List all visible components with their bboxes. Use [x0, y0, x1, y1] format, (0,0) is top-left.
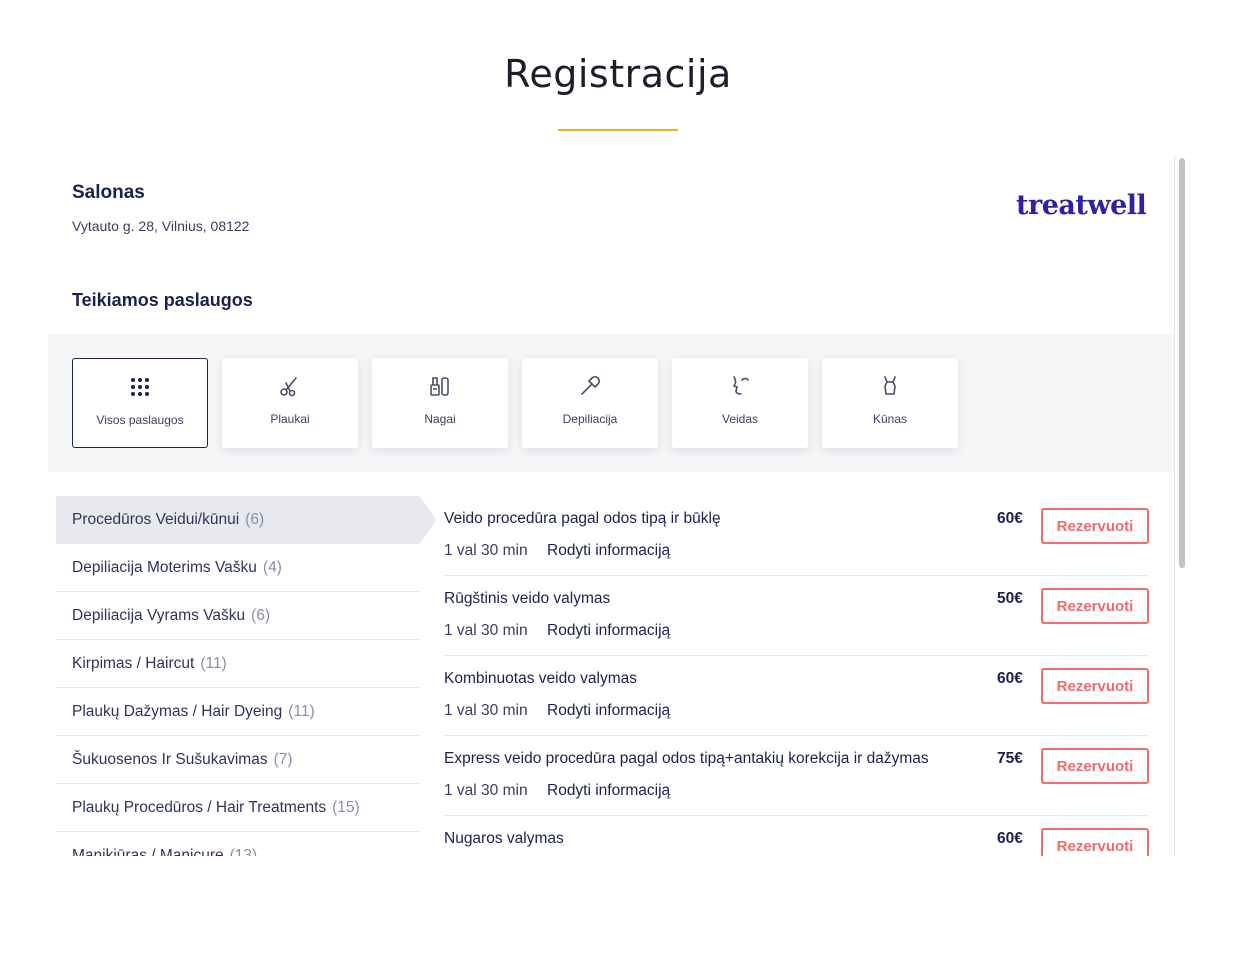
book-button[interactable]: Rezervuoti	[1041, 508, 1149, 544]
sidebar-item-count: (6)	[245, 511, 265, 528]
service-name: Veido procedūra pagal odos tipą ir būklę	[444, 510, 721, 527]
service-price: 60€	[997, 510, 1023, 527]
sidebar-item[interactable]: Kirpimas / Haircut (11)	[56, 640, 420, 688]
service-list: Veido procedūra pagal odos tipą ir būklę…	[444, 496, 1149, 856]
salon-name: Salonas	[72, 182, 145, 203]
category-face[interactable]: Veidas	[672, 358, 808, 448]
service-row: Kombinuotas veido valymas 1 val 30 min R…	[444, 656, 1149, 736]
sidebar-item[interactable]: Depiliacija Vyrams Vašku (6)	[56, 592, 420, 640]
sidebar-item[interactable]: Plaukų Dažymas / Hair Dyeing (11)	[56, 688, 420, 736]
booking-widget: Salonas Vytauto g. 28, Vilnius, 08122 tr…	[48, 156, 1188, 856]
service-duration: 1 val 30 min	[444, 782, 528, 799]
show-info-link[interactable]: Rodyti informaciją	[547, 622, 670, 640]
show-info-link[interactable]: Rodyti informaciją	[547, 782, 670, 800]
service-name: Rūgštinis veido valymas	[444, 590, 611, 607]
category-label: Depiliacija	[562, 412, 618, 426]
page-title: Registracija	[504, 52, 732, 96]
service-price: 60€	[997, 670, 1023, 687]
sidebar-item-count: (13)	[229, 847, 258, 856]
sidebar-item-label: Manikiūras / Manicure	[72, 847, 224, 856]
service-price: 50€	[997, 590, 1023, 607]
sidebar-item-count: (7)	[273, 751, 293, 768]
razor-icon	[581, 375, 601, 395]
sidebar-item[interactable]: Procedūros Veidui/kūnui (6)	[56, 496, 436, 544]
sidebar-item-count: (4)	[262, 559, 282, 576]
book-button[interactable]: Rezervuoti	[1041, 748, 1149, 784]
service-row: Express veido procedūra pagal odos tipą+…	[444, 736, 1149, 816]
service-name: Express veido procedūra pagal odos tipą+…	[444, 750, 929, 767]
scrollbar[interactable]	[1174, 156, 1188, 856]
sidebar-item-count: (11)	[288, 703, 315, 720]
sidebar-item-count: (11)	[200, 655, 227, 672]
sidebar-item[interactable]: Depiliacija Moterims Vašku (4)	[56, 544, 420, 592]
book-button[interactable]: Rezervuoti	[1041, 588, 1149, 624]
sidebar-item-count: (15)	[332, 799, 360, 816]
service-duration: 1 val 30 min	[444, 622, 528, 639]
category-label: Visos paslaugos	[96, 413, 184, 427]
scissors-icon	[280, 377, 297, 397]
sidebar-item-label: Depiliacija Moterims Vašku	[72, 559, 257, 576]
face-icon	[732, 376, 749, 395]
service-duration: 1 val 30 min	[444, 542, 528, 559]
category-label: Nagai	[424, 412, 456, 426]
category-depilation[interactable]: Depiliacija	[522, 358, 658, 448]
title-underline	[558, 129, 678, 131]
service-row: Rūgštinis veido valymas 1 val 30 min Rod…	[444, 576, 1149, 656]
service-group-list: Procedūros Veidui/kūnui (6) Depiliacija M…	[56, 496, 436, 856]
body-icon	[884, 376, 896, 395]
service-row: Nugaros valymas 60€ Rezervuoti	[444, 816, 1149, 856]
category-bar: Visos paslaugos Plaukai Nagai Depiliacij…	[48, 334, 1174, 472]
sidebar-item-count: (6)	[251, 607, 271, 624]
category-body[interactable]: Kūnas	[822, 358, 958, 448]
book-button[interactable]: Rezervuoti	[1041, 828, 1149, 856]
services-heading: Teikiamos paslaugos	[72, 290, 253, 310]
sidebar-item[interactable]: Manikiūras / Manicure (13)	[56, 832, 420, 856]
category-all[interactable]: Visos paslaugos	[72, 358, 208, 448]
category-label: Veidas	[721, 412, 759, 426]
sidebar-item-label: Šukuosenos Ir Sušukavimas	[72, 751, 268, 768]
service-row: Veido procedūra pagal odos tipą ir būklę…	[444, 496, 1149, 576]
sidebar-item[interactable]: Šukuosenos Ir Sušukavimas (7)	[56, 736, 420, 784]
category-label: Plaukai	[270, 412, 310, 426]
sidebar-item-label: Procedūros Veidui/kūnui	[72, 511, 240, 528]
scrollbar-thumb[interactable]	[1179, 158, 1185, 568]
treatwell-logo: treatwell	[1016, 190, 1147, 221]
category-label: Kūnas	[872, 412, 908, 426]
book-button[interactable]: Rezervuoti	[1041, 668, 1149, 704]
show-info-link[interactable]: Rodyti informaciją	[547, 702, 670, 720]
service-name: Nugaros valymas	[444, 830, 564, 847]
service-price: 60€	[997, 830, 1023, 847]
show-info-link[interactable]: Rodyti informaciją	[547, 542, 670, 560]
sidebar-item-label: Plaukų Procedūros / Hair Treatments	[72, 799, 327, 816]
grid-icon	[131, 378, 149, 396]
nail-polish-icon	[430, 377, 449, 396]
salon-address: Vytauto g. 28, Vilnius, 08122	[72, 218, 250, 234]
category-nails[interactable]: Nagai	[372, 358, 508, 448]
service-duration: 1 val 30 min	[444, 702, 528, 719]
sidebar-item-label: Kirpimas / Haircut	[72, 655, 195, 672]
category-hair[interactable]: Plaukai	[222, 358, 358, 448]
service-name: Kombinuotas veido valymas	[444, 670, 637, 687]
service-price: 75€	[997, 750, 1023, 767]
sidebar-item-label: Plaukų Dažymas / Hair Dyeing	[72, 703, 283, 720]
sidebar-item-label: Depiliacija Vyrams Vašku	[72, 607, 246, 624]
sidebar-item[interactable]: Plaukų Procedūros / Hair Treatments (15)	[56, 784, 420, 832]
